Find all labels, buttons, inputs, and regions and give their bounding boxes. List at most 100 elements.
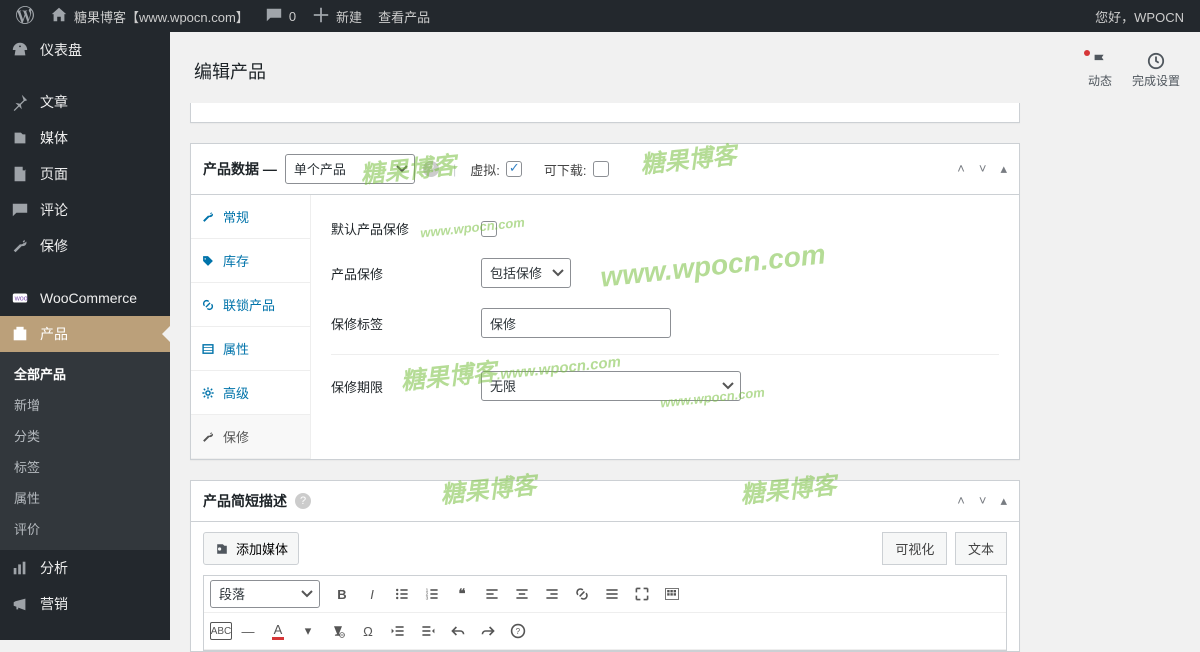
default-warranty-label: 默认产品保修 <box>331 219 461 238</box>
link-icon <box>201 298 215 312</box>
sidebar-item-marketing[interactable]: 营销 <box>0 586 170 622</box>
number-list-button[interactable]: 123 <box>418 580 446 608</box>
warranty-term-select[interactable]: 无限 <box>481 371 741 401</box>
clock-icon <box>1147 52 1165 70</box>
svg-text:3: 3 <box>426 596 429 602</box>
page-header: 编辑产品 动态 完成设置 <box>170 32 1200 103</box>
abc-button[interactable]: ABC <box>210 622 232 640</box>
tab-linked[interactable]: 联锁产品 <box>191 283 310 327</box>
submenu-all-products[interactable]: 全部产品 <box>0 358 170 389</box>
content-area: 编辑产品 动态 完成设置 产品数据 — 单个产品 ? | 虚拟: 可下载: ˄ … <box>170 0 1200 652</box>
gear-icon <box>201 386 215 400</box>
bold-button[interactable]: B <box>328 580 356 608</box>
home-icon <box>50 6 68 27</box>
tab-attributes[interactable]: 属性 <box>191 327 310 371</box>
tab-inventory[interactable]: 库存 <box>191 239 310 283</box>
color-dropdown-icon[interactable]: ▾ <box>294 617 322 645</box>
move-down-icon[interactable]: ˅ <box>979 493 987 509</box>
woo-icon: woo <box>10 288 30 308</box>
align-right-button[interactable] <box>538 580 566 608</box>
text-color-button[interactable]: A <box>264 617 292 645</box>
page-title: 编辑产品 <box>194 58 266 84</box>
tab-warranty[interactable]: 保修 <box>191 415 310 459</box>
special-char-button[interactable]: Ω <box>354 617 382 645</box>
virtual-checkbox[interactable] <box>506 161 522 177</box>
howdy-link[interactable]: 您好，WPOCN <box>1087 0 1192 32</box>
hr-button[interactable]: — <box>234 617 262 645</box>
indent-button[interactable] <box>414 617 442 645</box>
help-icon[interactable]: ? <box>295 493 311 509</box>
default-warranty-checkbox[interactable] <box>481 221 497 237</box>
bullet-list-button[interactable] <box>388 580 416 608</box>
submenu-reviews[interactable]: 评价 <box>0 513 170 544</box>
sidebar-item-media[interactable]: 媒体 <box>0 120 170 156</box>
toolbar-toggle-button[interactable] <box>658 580 686 608</box>
outdent-button[interactable] <box>384 617 412 645</box>
product-data-box: 产品数据 — 单个产品 ? | 虚拟: 可下载: ˄ ˅ ▴ 常规 库存 联锁产… <box>190 143 1020 460</box>
sidebar-item-posts[interactable]: 文章 <box>0 84 170 120</box>
fullscreen-button[interactable] <box>628 580 656 608</box>
sidebar-item-analytics[interactable]: 分析 <box>0 550 170 586</box>
sidebar-item-comments[interactable]: 评论 <box>0 192 170 228</box>
toggle-icon[interactable]: ▴ <box>1000 161 1007 177</box>
short-description-box: 产品简短描述 ? ˄ ˅ ▴ 添加媒体 可视化 文本 段落 B <box>190 480 1020 652</box>
move-up-icon[interactable]: ˄ <box>957 493 965 509</box>
submenu-attributes[interactable]: 属性 <box>0 482 170 513</box>
site-name-link[interactable]: 糖果博客【www.wpocn.com】 <box>42 0 257 32</box>
editor-tab-text[interactable]: 文本 <box>955 532 1007 565</box>
admin-sidebar: 仪表盘 文章 媒体 页面 评论 保修 wooWooCommerce 产品 全部产… <box>0 32 170 640</box>
downloadable-label: 可下载: <box>544 160 587 179</box>
activity-button[interactable]: 动态 <box>1088 52 1112 89</box>
help-icon[interactable]: ? <box>423 161 439 177</box>
submenu-tags[interactable]: 标签 <box>0 451 170 482</box>
align-center-button[interactable] <box>508 580 536 608</box>
downloadable-checkbox[interactable] <box>593 161 609 177</box>
link-button[interactable] <box>568 580 596 608</box>
new-content-link[interactable]: 新建 <box>304 0 370 32</box>
redo-button[interactable] <box>474 617 502 645</box>
undo-button[interactable] <box>444 617 472 645</box>
add-media-button[interactable]: 添加媒体 <box>203 532 299 565</box>
media-icon <box>214 541 230 557</box>
format-select[interactable]: 段落 <box>210 580 320 608</box>
submenu-categories[interactable]: 分类 <box>0 420 170 451</box>
wp-logo[interactable] <box>8 0 42 32</box>
italic-button[interactable]: I <box>358 580 386 608</box>
move-down-icon[interactable]: ˅ <box>979 161 987 177</box>
megaphone-icon <box>10 594 30 614</box>
product-warranty-select[interactable]: 包括保修 <box>481 258 571 288</box>
finish-setup-button[interactable]: 完成设置 <box>1132 52 1180 89</box>
warranty-tag-label: 保修标签 <box>331 314 461 333</box>
clear-format-button[interactable] <box>324 617 352 645</box>
list-icon <box>201 342 215 356</box>
align-left-button[interactable] <box>478 580 506 608</box>
sidebar-item-pages[interactable]: 页面 <box>0 156 170 192</box>
blockquote-button[interactable]: ❝ <box>448 580 476 608</box>
submenu-add-new[interactable]: 新增 <box>0 389 170 420</box>
product-data-tabs: 常规 库存 联锁产品 属性 高级 保修 <box>191 195 311 459</box>
warranty-tag-input[interactable] <box>481 308 671 338</box>
tab-advanced[interactable]: 高级 <box>191 371 310 415</box>
more-button[interactable] <box>598 580 626 608</box>
wrench-icon <box>201 210 215 224</box>
product-type-select[interactable]: 单个产品 <box>285 154 415 184</box>
view-product-link[interactable]: 查看产品 <box>370 0 438 32</box>
site-name: 糖果博客【www.wpocn.com】 <box>74 7 249 26</box>
svg-text:?: ? <box>516 627 521 636</box>
help-button[interactable]: ? <box>504 617 532 645</box>
wrench-icon <box>201 430 215 444</box>
comment-icon <box>10 200 30 220</box>
sidebar-item-products[interactable]: 产品 <box>0 316 170 352</box>
tab-general[interactable]: 常规 <box>191 195 310 239</box>
sidebar-item-warranty[interactable]: 保修 <box>0 228 170 264</box>
sidebar-item-woocommerce[interactable]: wooWooCommerce <box>0 280 170 316</box>
admin-bar: 糖果博客【www.wpocn.com】 0 新建 查看产品 您好，WPOCN <box>0 0 1200 32</box>
comments-link[interactable]: 0 <box>257 0 304 32</box>
sidebar-item-dashboard[interactable]: 仪表盘 <box>0 32 170 68</box>
svg-text:woo: woo <box>14 294 28 303</box>
product-warranty-label: 产品保修 <box>331 264 461 283</box>
editor-tab-visual[interactable]: 可视化 <box>882 532 947 565</box>
short-desc-title: 产品简短描述 <box>203 491 287 511</box>
toggle-icon[interactable]: ▴ <box>1000 493 1007 509</box>
move-up-icon[interactable]: ˄ <box>957 161 965 177</box>
